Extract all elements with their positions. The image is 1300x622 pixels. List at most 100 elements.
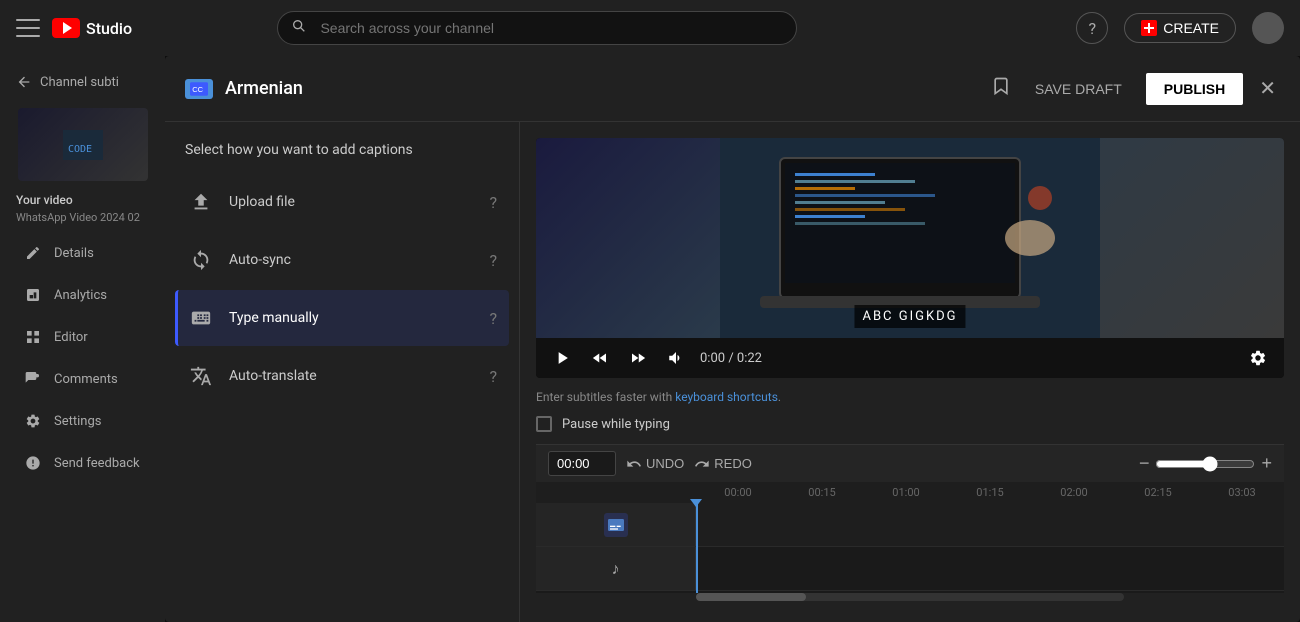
zoom-out-button[interactable]: −: [1139, 453, 1150, 474]
time-total: 0:22: [737, 351, 762, 366]
autotranslate-label: Auto-translate: [229, 368, 475, 384]
timeline-toolbar: UNDO REDO − +: [536, 445, 1284, 482]
autosync-help-icon[interactable]: ?: [489, 251, 497, 270]
sidebar: Channel subti CODE Your video WhatsApp V…: [0, 56, 165, 622]
fastforward-button[interactable]: [624, 344, 652, 372]
timeline-tracks: ♪: [536, 503, 1284, 593]
help-button[interactable]: ?: [1076, 12, 1108, 44]
audio-track-row: ♪: [536, 547, 1284, 591]
details-label: Details: [54, 246, 94, 261]
right-panel: ABC GIGKDG: [520, 122, 1300, 622]
time-separator: /: [728, 351, 737, 366]
video-controls: 0:00 / 0:22: [536, 338, 1284, 378]
chart-icon: [24, 286, 42, 304]
youtube-logo-icon: [52, 18, 80, 38]
music-icon: ♪: [612, 559, 620, 579]
volume-button[interactable]: [662, 344, 690, 372]
editor-icon: [24, 328, 42, 346]
audio-track-content[interactable]: [696, 547, 1284, 590]
upload-label: Upload file: [229, 194, 475, 210]
publish-button[interactable]: PUBLISH: [1146, 73, 1243, 105]
avatar[interactable]: [1252, 12, 1284, 44]
sidebar-item-settings[interactable]: Settings: [8, 402, 157, 440]
undo-button[interactable]: UNDO: [626, 456, 684, 472]
comment-icon: [24, 370, 42, 388]
create-button[interactable]: CREATE: [1124, 13, 1236, 43]
search-icon: [291, 18, 307, 38]
menu-icon[interactable]: [16, 16, 40, 40]
playhead-diamond: [690, 499, 702, 507]
your-video-label: Your video: [0, 189, 165, 209]
redo-label: REDO: [714, 456, 752, 471]
captions-title: Select how you want to add captions: [165, 142, 519, 174]
flag-icon: [24, 454, 42, 472]
search-bar: [277, 11, 797, 45]
bookmark-icon[interactable]: [991, 76, 1011, 101]
sidebar-item-details[interactable]: Details: [8, 234, 157, 272]
comments-label: Comments: [54, 372, 118, 387]
manual-help-icon[interactable]: ?: [489, 309, 497, 328]
autotranslate-help-icon[interactable]: ?: [489, 367, 497, 386]
sidebar-item-editor[interactable]: Editor: [8, 318, 157, 356]
ruler-mark-2: 01:00: [864, 486, 948, 499]
time-display: 0:00 / 0:22: [700, 351, 762, 366]
pencil-icon: [24, 244, 42, 262]
modal-title: Armenian: [225, 78, 303, 99]
ruler-mark-6: 03:03: [1200, 486, 1284, 499]
create-icon: [1141, 20, 1157, 36]
ruler-mark-0: 00:00: [696, 486, 780, 499]
video-frame: ABC GIGKDG: [536, 138, 1284, 338]
sidebar-item-feedback[interactable]: Send feedback: [8, 444, 157, 482]
timeline-ruler: 00:00 00:15 01:00 01:15 02:00 02:15 03:0…: [536, 482, 1284, 503]
sidebar-item-comments[interactable]: Comments: [8, 360, 157, 398]
editor-label: Editor: [54, 330, 88, 345]
video-caption-text: ABC GIGKDG: [854, 305, 965, 328]
timeline-area: UNDO REDO − +: [536, 444, 1284, 593]
undo-label: UNDO: [646, 456, 684, 471]
studio-label: Studio: [86, 19, 132, 38]
translate-icon: [187, 362, 215, 390]
caption-option-manual[interactable]: Type manually ?: [175, 290, 509, 346]
video-player: ABC GIGKDG: [536, 138, 1284, 378]
redo-button[interactable]: REDO: [694, 456, 752, 472]
zoom-slider[interactable]: [1155, 456, 1255, 472]
create-label: CREATE: [1163, 20, 1219, 36]
main-layout: Channel subti CODE Your video WhatsApp V…: [0, 56, 1300, 622]
subtitle-track-content[interactable]: [696, 503, 1284, 546]
video-settings-button[interactable]: [1244, 344, 1272, 372]
keyboard-shortcuts-link[interactable]: keyboard shortcuts: [675, 390, 778, 404]
play-button[interactable]: [548, 344, 576, 372]
search-input[interactable]: [277, 11, 797, 45]
caption-option-autosync[interactable]: Auto-sync ?: [175, 232, 509, 288]
caption-option-autotranslate[interactable]: Auto-translate ?: [175, 348, 509, 404]
timeline-scrollbar[interactable]: [696, 593, 1124, 601]
sidebar-back-button[interactable]: Channel subti: [0, 64, 165, 100]
timeline-scrollbar-thumb[interactable]: [696, 593, 806, 601]
audio-track-label: ♪: [536, 547, 696, 590]
upload-help-icon[interactable]: ?: [489, 193, 497, 212]
autosync-label: Auto-sync: [229, 252, 475, 268]
subtitle-track-icon: [604, 513, 628, 537]
zoom-in-button[interactable]: +: [1261, 453, 1272, 474]
pause-typing-checkbox[interactable]: [536, 416, 552, 432]
subtitle-hint: Enter subtitles faster with keyboard sho…: [536, 390, 1284, 404]
playhead-line: [696, 503, 698, 593]
time-input[interactable]: [548, 451, 616, 476]
zoom-control: − +: [1139, 453, 1272, 474]
rewind-button[interactable]: [586, 344, 614, 372]
ruler-mark-1: 00:15: [780, 486, 864, 499]
svg-text:CC: CC: [192, 85, 203, 94]
back-label: Channel subti: [40, 75, 119, 90]
video-filename: WhatsApp Video 2024 02: [0, 209, 165, 232]
close-button[interactable]: ✕: [1255, 72, 1280, 105]
gear-icon: [24, 412, 42, 430]
logo-area: Studio: [52, 18, 132, 38]
feedback-label: Send feedback: [54, 456, 140, 471]
modal-header-actions: SAVE DRAFT PUBLISH ✕: [991, 72, 1280, 105]
time-current: 0:00: [700, 351, 725, 366]
caption-option-upload[interactable]: Upload file ?: [175, 174, 509, 230]
sidebar-item-analytics[interactable]: Analytics: [8, 276, 157, 314]
save-draft-button[interactable]: SAVE DRAFT: [1023, 75, 1134, 103]
modal-body: Select how you want to add captions Uplo…: [165, 122, 1300, 622]
settings-label: Settings: [54, 414, 101, 429]
